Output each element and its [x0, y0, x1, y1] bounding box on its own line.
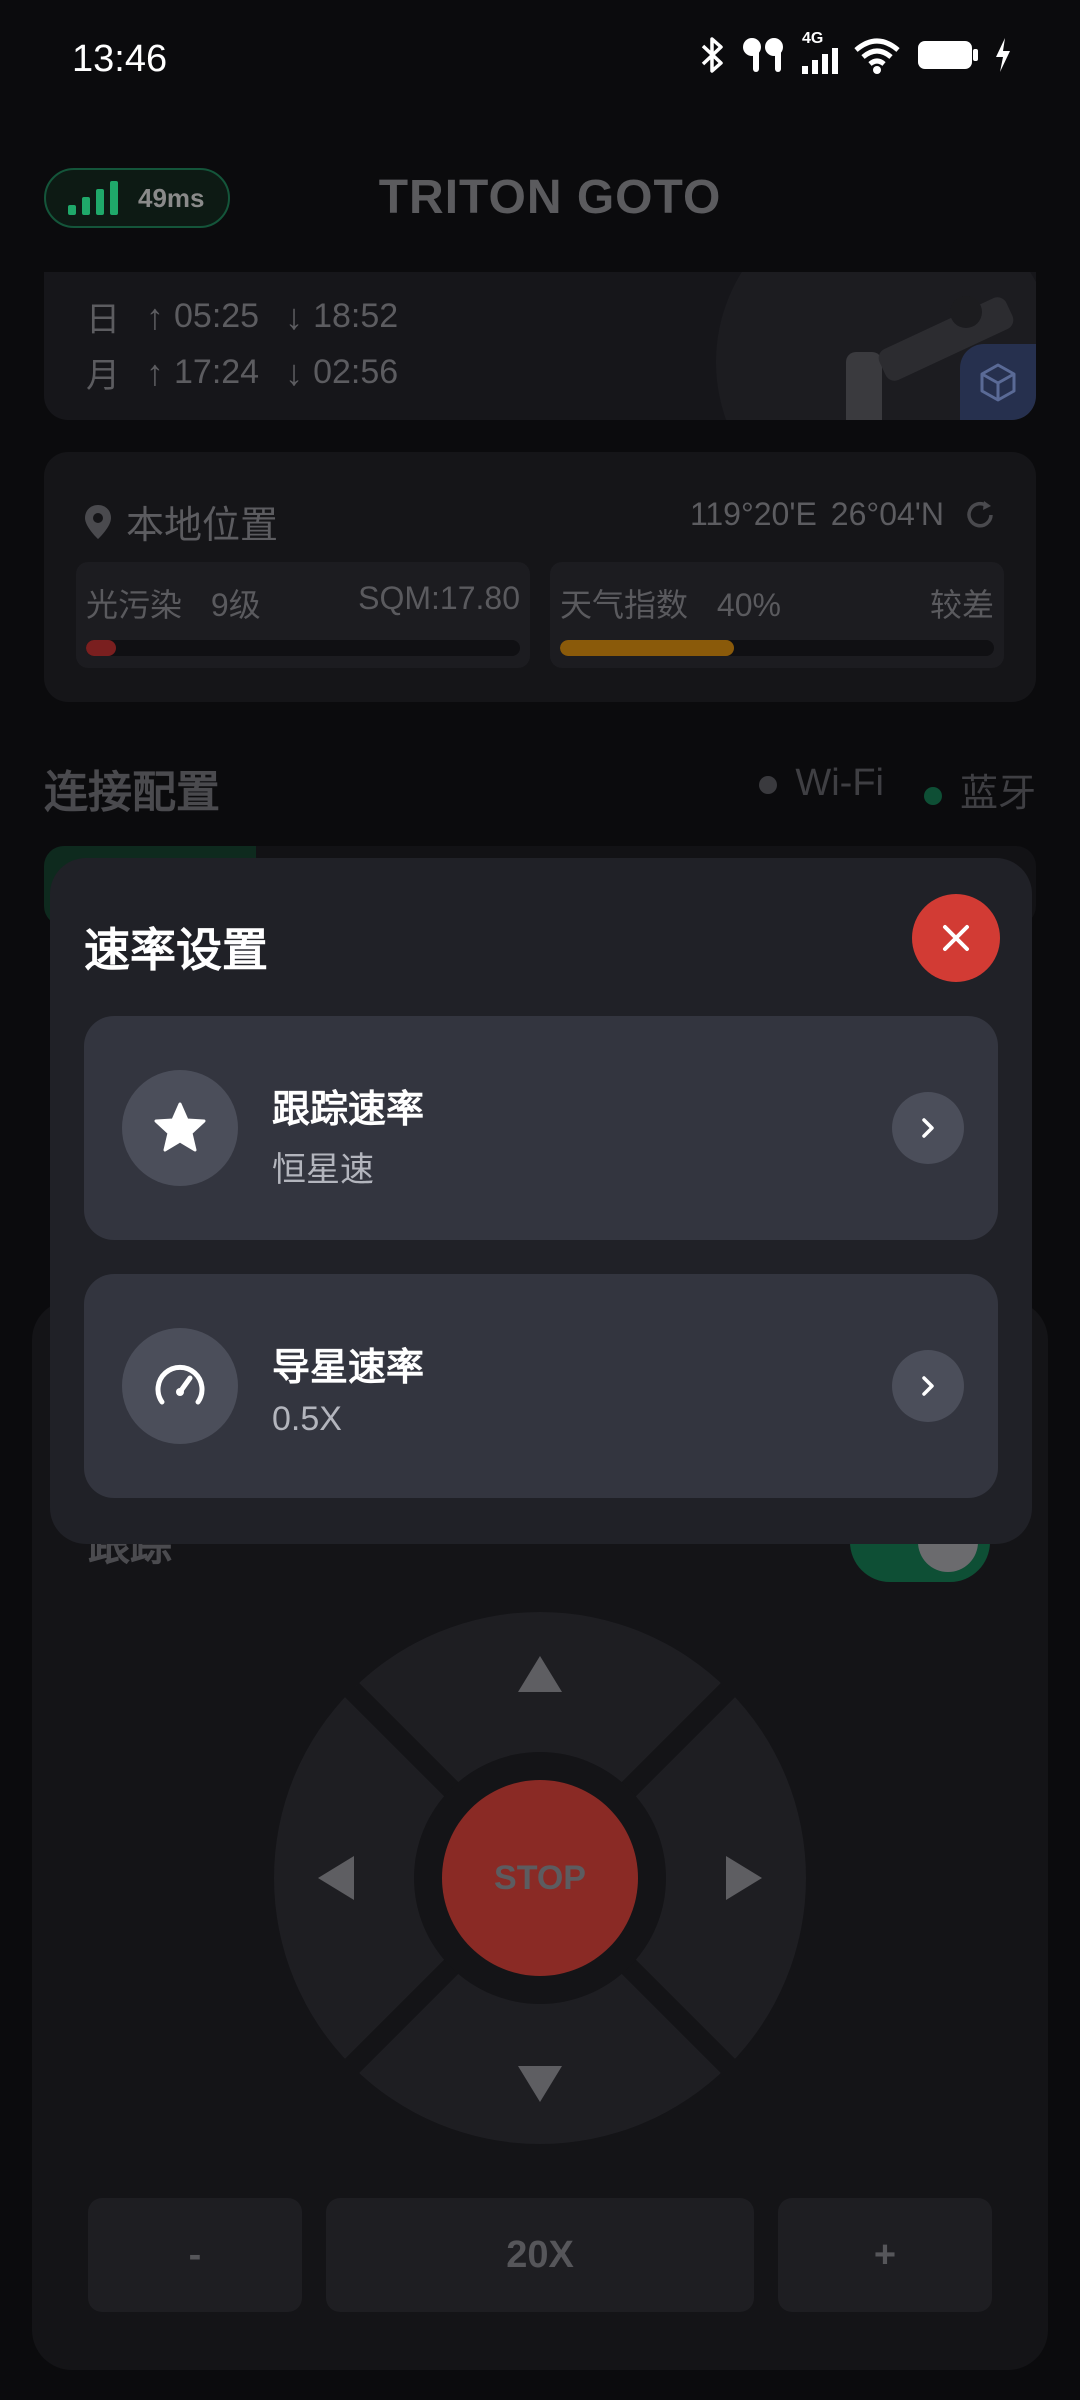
light-pollution-meter: 光污染 9级 SQM:17.80 [76, 562, 530, 668]
cube-icon [980, 363, 1016, 402]
moon-label: 月 [86, 357, 120, 395]
coordinates: 119°20'E 26°04'N [690, 496, 996, 533]
speedometer-icon [122, 1328, 238, 1444]
tracking-rate-option[interactable]: 跟踪速率 恒星速 [84, 1016, 998, 1240]
sun-label: 日 [86, 301, 120, 339]
status-time: 13:46 [72, 38, 168, 80]
wifi-icon [854, 38, 900, 74]
weather-title: 天气指数 40% [560, 580, 781, 626]
star-icon [122, 1070, 238, 1186]
close-button[interactable] [912, 894, 1000, 982]
tracking-rate-label: 跟踪速率 [272, 1089, 425, 1131]
earbuds-icon [743, 38, 783, 72]
location-pin-icon [85, 504, 111, 539]
moonset-time: 02:56 [313, 353, 399, 391]
close-icon [943, 925, 969, 951]
location-card: 本地位置 119°20'E 26°04'N 光污染 9级 SQM:17.80 天… [44, 452, 1036, 702]
right-arrow-icon[interactable] [722, 1852, 766, 1904]
status-icons: 4G [700, 30, 1012, 74]
direction-pad: STOP [274, 1612, 806, 2144]
stop-button[interactable]: STOP [442, 1780, 638, 1976]
moonrise-time: 17:24 [174, 353, 260, 391]
connection-options: Wi-Fi 蓝牙 [759, 762, 1036, 817]
speed-decrease-button[interactable]: - [88, 2198, 302, 2312]
network-type: 4G [802, 30, 838, 74]
charging-icon [996, 38, 1010, 72]
sunset-arrow-icon: ↓ [285, 295, 304, 337]
bluetooth-option[interactable]: 蓝牙 [923, 762, 1036, 817]
chevron-right-icon[interactable] [892, 1350, 964, 1422]
bluetooth-dot-icon [923, 786, 942, 805]
guide-rate-label: 导星速率 [272, 1347, 425, 1389]
weather-quality: 较差 [929, 587, 994, 623]
moonset-arrow-icon: ↓ [285, 351, 304, 393]
location-header: 本地位置 [84, 494, 278, 549]
3d-model-button[interactable] [960, 344, 1036, 420]
up-arrow-icon[interactable] [514, 1652, 566, 1696]
location-label: 本地位置 [126, 505, 279, 547]
sunrise-arrow-icon: ↑ [146, 295, 164, 337]
light-pollution-fill [86, 640, 117, 656]
light-pollution-bar [86, 640, 520, 656]
app-title: TRITON GOTO [378, 171, 722, 224]
light-pollution-title: 光污染 9级 [86, 580, 261, 626]
sun-moon-card: 日 ↑ 05:25 ↓ 18:52 月 ↑ 17:24 ↓ 02:56 [44, 272, 1036, 420]
weather-fill [560, 640, 734, 656]
connection-title: 连接配置 [44, 768, 220, 817]
down-arrow-icon[interactable] [514, 2062, 566, 2106]
wifi-option[interactable]: Wi-Fi [759, 762, 884, 817]
wifi-dot-icon [759, 775, 778, 794]
cell-signal-icon [802, 48, 838, 74]
sunset-time: 18:52 [313, 297, 399, 335]
light-pollution-label: 光污染 [86, 587, 183, 623]
guide-rate-value: 0.5X [272, 1400, 342, 1438]
speed-value: 20X [326, 2198, 754, 2312]
rate-settings-dialog: 速率设置 跟踪速率 恒星速 导星速率 0.5X [50, 858, 1032, 1544]
dialog-title: 速率设置 [84, 924, 268, 976]
chevron-right-icon[interactable] [892, 1092, 964, 1164]
weather-label: 天气指数 [560, 587, 689, 623]
refresh-icon[interactable] [964, 499, 996, 531]
sunrise-time: 05:25 [174, 297, 260, 335]
weather-percent: 40% [716, 587, 781, 623]
sqm-value: SQM:17.80 [358, 580, 520, 616]
battery-icon [918, 41, 978, 69]
weather-bar [560, 640, 994, 656]
latitude: 26°04'N [830, 496, 944, 532]
weather-meter: 天气指数 40% 较差 [550, 562, 1004, 668]
longitude: 119°20'E [689, 496, 817, 532]
light-pollution-level: 9级 [210, 587, 261, 623]
bluetooth-icon [701, 37, 723, 73]
guide-rate-option[interactable]: 导星速率 0.5X [84, 1274, 998, 1498]
left-arrow-icon[interactable] [314, 1852, 358, 1904]
moonrise-arrow-icon: ↑ [146, 351, 164, 393]
speed-increase-button[interactable]: + [778, 2198, 992, 2312]
tracking-rate-value: 恒星速 [272, 1151, 374, 1189]
